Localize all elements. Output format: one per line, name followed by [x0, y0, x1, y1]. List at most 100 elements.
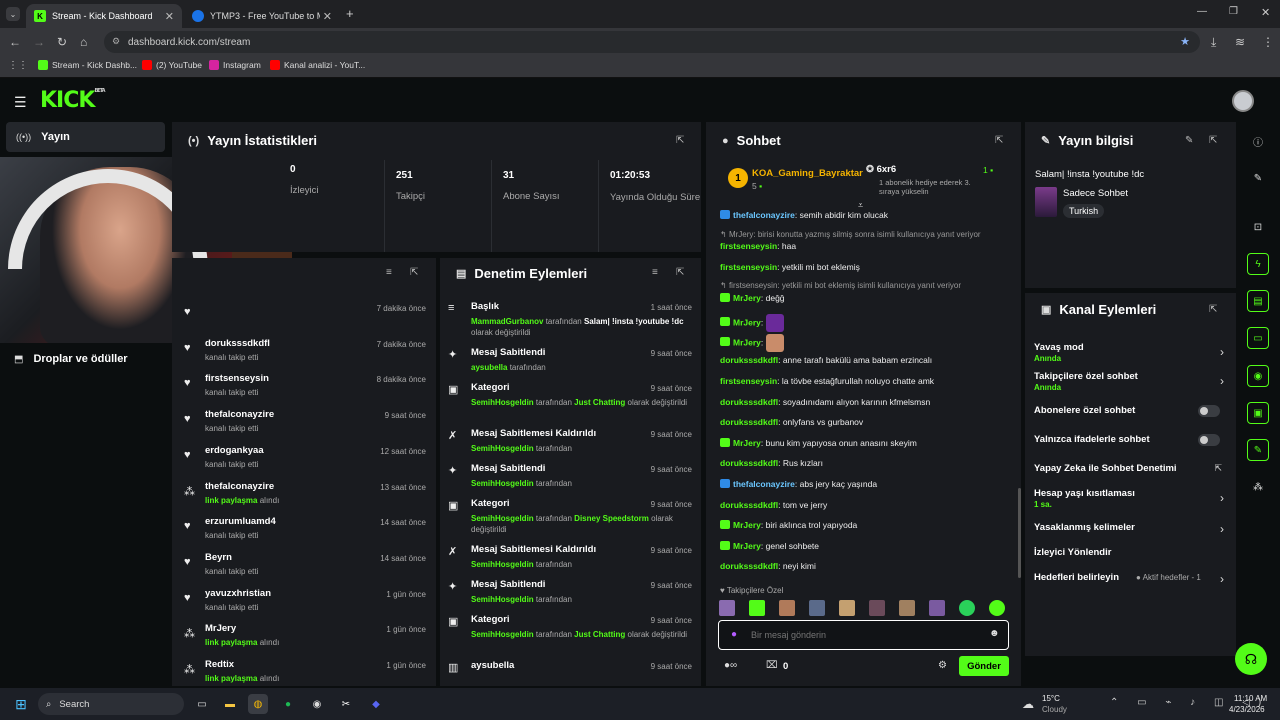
chat-username[interactable]: MrJery: [733, 541, 761, 551]
broadcast-icon[interactable]: ◉: [1247, 365, 1269, 387]
activity-username[interactable]: erzurumluamd4: [205, 516, 276, 527]
channel-actions-icon[interactable]: ▣: [1247, 402, 1269, 424]
chat-username[interactable]: doruksssdkdfl: [720, 355, 778, 365]
close-tab-icon[interactable]: ✕: [323, 10, 332, 23]
bookmark-channel-analytics[interactable]: Kanal analizi - YouT...: [270, 60, 365, 70]
browser-tab-ytmp3[interactable]: YTMP3 - Free YouTube to MP3 ✕: [184, 4, 340, 28]
channel-action-row[interactable]: Yalnızca ifadelerle sohbet: [1034, 434, 1224, 456]
tab-list-button[interactable]: ⌄: [6, 7, 20, 21]
back-icon[interactable]: ←: [9, 35, 21, 49]
popout-icon[interactable]: ⇱: [1209, 304, 1217, 315]
chatter-avatar[interactable]: [809, 600, 825, 616]
sidebar-item-yayin[interactable]: ((•)) Yayın: [6, 122, 165, 152]
toggle-switch[interactable]: [1198, 405, 1220, 417]
activity-username[interactable]: firstsenseysin: [205, 373, 269, 384]
chat-input[interactable]: ● ☻: [718, 620, 1009, 650]
popout-icon[interactable]: ⇱: [995, 135, 1003, 146]
clock-date[interactable]: 4/23/2026: [1229, 705, 1265, 714]
channel-action-row[interactable]: Hedefleri belirleyin ● Aktif hedefler - 1…: [1034, 572, 1224, 594]
close-window-icon[interactable]: ✕: [1261, 6, 1270, 19]
popout-icon[interactable]: ⇱: [410, 267, 418, 278]
chatter-avatar[interactable]: [779, 600, 795, 616]
moderator-name[interactable]: MammadGurbanov: [471, 317, 543, 326]
avatar[interactable]: [1232, 90, 1254, 112]
popout-icon[interactable]: ⇱: [676, 135, 684, 146]
gift-icon[interactable]: ⌧: [766, 660, 778, 671]
site-info-icon[interactable]: ⚙: [112, 36, 120, 47]
filter-icon[interactable]: ≡: [652, 267, 658, 278]
forward-icon[interactable]: →: [33, 35, 45, 49]
chat-username[interactable]: firstsenseysin: [720, 262, 777, 272]
activity-username[interactable]: thefalconayzire: [205, 409, 274, 420]
chatter-avatar[interactable]: [959, 600, 975, 616]
chat-username[interactable]: doruksssdkdfl: [720, 561, 778, 571]
chrome-icon[interactable]: ◍: [248, 694, 268, 714]
file-explorer-icon[interactable]: ▬: [220, 694, 240, 714]
popout-icon[interactable]: ⇱: [1209, 135, 1217, 146]
taskbar-search[interactable]: ⌕ Search: [38, 693, 184, 715]
toggle-switch[interactable]: [1198, 434, 1220, 446]
chat-username[interactable]: doruksssdkdfl: [720, 458, 778, 468]
activity-username[interactable]: yavuzxhristian: [205, 588, 271, 599]
chat-username[interactable]: doruksssdkdfl: [720, 417, 778, 427]
activity-username[interactable]: MrJery: [205, 623, 236, 634]
home-icon[interactable]: ⌂: [80, 35, 87, 49]
clipboard-icon[interactable]: ▤: [1247, 290, 1269, 312]
close-tab-icon[interactable]: ✕: [165, 10, 174, 23]
chatter-avatar[interactable]: [839, 600, 855, 616]
chat-username[interactable]: firstsenseysin: [720, 376, 777, 386]
activity-username[interactable]: Redtix: [205, 659, 234, 670]
moderator-name[interactable]: SemihHosgeldin: [471, 514, 534, 523]
moderator-name[interactable]: SemihHosgeldin: [471, 479, 534, 488]
activity-username[interactable]: doruksssdkdfl: [205, 338, 270, 349]
edit-stream-icon[interactable]: ✎: [1247, 167, 1269, 189]
channel-action-row[interactable]: Yapay Zeka ile Sohbet Denetimi ⇱: [1034, 463, 1224, 485]
chatter-avatar[interactable]: [989, 600, 1005, 616]
chat-username[interactable]: firstsenseysin: [720, 241, 777, 251]
chat-username[interactable]: doruksssdkdfl: [720, 500, 778, 510]
popout-icon[interactable]: ⇱: [676, 267, 684, 278]
moderator-name[interactable]: SemihHosgeldin: [471, 444, 534, 453]
activity-username[interactable]: thefalconayzire: [205, 481, 274, 492]
bookmark-kick[interactable]: Stream - Kick Dashb...: [38, 60, 137, 70]
channel-action-row[interactable]: İzleyici Yönlendir: [1034, 547, 1224, 569]
chat-username[interactable]: thefalconayzire: [733, 210, 795, 220]
chatter-avatar[interactable]: [929, 600, 945, 616]
chat-icon[interactable]: ▭: [1247, 327, 1269, 349]
clip-icon[interactable]: ⊡: [1247, 216, 1269, 238]
bookmark-instagram[interactable]: Instagram: [209, 60, 261, 70]
download-icon[interactable]: ⤓: [1211, 35, 1216, 50]
chat-username[interactable]: MrJery: [733, 337, 761, 347]
obs-icon[interactable]: ◉: [307, 694, 327, 714]
chatter-avatar[interactable]: [869, 600, 885, 616]
discord-icon[interactable]: ◆: [366, 694, 386, 714]
reload-icon[interactable]: ↻: [57, 35, 67, 49]
chat-username[interactable]: MrJery: [733, 438, 761, 448]
channel-action-row[interactable]: Hesap yaşı kısıtlaması 1 sa. ›: [1034, 488, 1224, 510]
kick-logo[interactable]: KICKBETA: [40, 88, 106, 113]
send-button[interactable]: Gönder: [959, 656, 1009, 676]
wrench-icon[interactable]: ✎: [1247, 439, 1269, 461]
clock-time[interactable]: 11:10 AM: [1234, 694, 1267, 703]
minimize-window-icon[interactable]: —: [1197, 6, 1207, 17]
info-icon[interactable]: ⓘ: [1247, 130, 1269, 152]
channel-action-row[interactable]: Abonelere özel sohbet: [1034, 405, 1224, 427]
menu-icon[interactable]: ⋮: [1262, 35, 1274, 49]
sidebar-item-drops[interactable]: ⬒ Droplar ve ödüller: [14, 353, 128, 365]
apps-grid-icon[interactable]: ⋮⋮: [8, 60, 28, 71]
windows-start-icon[interactable]: ⊞: [11, 694, 31, 714]
chat-scrollbar[interactable]: [1018, 488, 1021, 578]
chat-username[interactable]: MrJery: [733, 520, 761, 530]
lightning-icon[interactable]: ϟ: [1247, 253, 1269, 275]
restore-window-icon[interactable]: ❐: [1229, 6, 1238, 17]
filter-icon[interactable]: ≡: [386, 267, 392, 278]
chatter-avatar[interactable]: [749, 600, 765, 616]
microphone-icon[interactable]: ●: [731, 629, 737, 640]
hamburger-menu-icon[interactable]: ☰: [14, 94, 27, 111]
edit-icon[interactable]: ✎: [1185, 135, 1193, 146]
moderator-name[interactable]: aysubella: [471, 363, 507, 372]
chat-username[interactable]: doruksssdkdfl: [720, 397, 778, 407]
points-icon[interactable]: ●∞: [724, 660, 737, 671]
activity-username[interactable]: Beyrn: [205, 552, 232, 563]
bookmark-youtube[interactable]: (2) YouTube: [142, 60, 202, 70]
